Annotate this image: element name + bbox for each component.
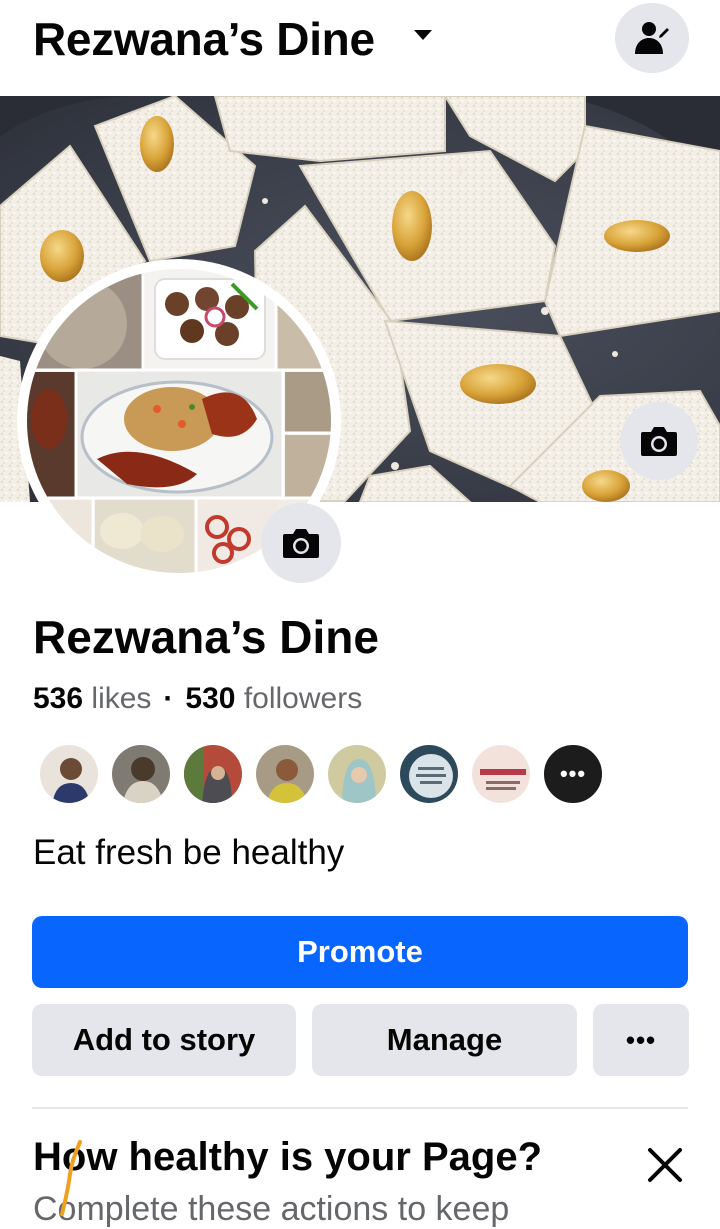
follower-avatar[interactable] bbox=[470, 743, 532, 805]
more-followers-button[interactable]: ••• bbox=[542, 743, 604, 805]
manage-button[interactable]: Manage bbox=[312, 1004, 577, 1076]
page-name: Rezwana’s Dine bbox=[33, 611, 379, 663]
top-bar: Rezwana’s Dine bbox=[0, 0, 720, 96]
likes-count: 536 bbox=[33, 682, 84, 715]
likes-label: likes bbox=[91, 682, 152, 715]
camera-icon bbox=[283, 529, 319, 558]
page-health-subtitle: Complete these actions to keep bbox=[33, 1190, 510, 1228]
stats-separator: · bbox=[163, 682, 174, 715]
follower-avatar-image bbox=[256, 745, 314, 803]
follower-avatar[interactable] bbox=[326, 743, 388, 805]
follower-avatar-image bbox=[400, 745, 458, 803]
follower-avatar[interactable] bbox=[254, 743, 316, 805]
caret-down-icon[interactable] bbox=[414, 30, 432, 40]
followers-count: 530 bbox=[185, 682, 236, 715]
follower-avatar[interactable] bbox=[398, 743, 460, 805]
close-icon[interactable] bbox=[640, 1140, 690, 1190]
cover-camera-button[interactable] bbox=[620, 402, 698, 480]
edit-profile-button[interactable] bbox=[615, 3, 689, 73]
follower-avatar[interactable] bbox=[110, 743, 172, 805]
follower-avatar[interactable] bbox=[182, 743, 244, 805]
promote-button[interactable]: Promote bbox=[32, 916, 688, 988]
follower-avatar-image bbox=[184, 745, 242, 803]
more-options-button[interactable]: ••• bbox=[593, 1004, 689, 1076]
follower-avatar-image bbox=[112, 745, 170, 803]
profile-camera-button[interactable] bbox=[261, 503, 341, 583]
page-health-title: How healthy is your Page? bbox=[33, 1135, 543, 1179]
page-title[interactable]: Rezwana’s Dine bbox=[33, 12, 375, 66]
follower-avatar-image bbox=[40, 745, 98, 803]
divider bbox=[32, 1107, 688, 1109]
follower-avatar[interactable] bbox=[38, 743, 100, 805]
camera-icon bbox=[641, 427, 677, 456]
follower-avatar-image bbox=[472, 745, 530, 803]
person-edit-icon bbox=[635, 22, 672, 54]
page-stats[interactable]: 536 likes · 530 followers bbox=[33, 682, 362, 716]
add-to-story-button[interactable]: Add to story bbox=[32, 1004, 296, 1076]
page-bio: Eat fresh be healthy bbox=[33, 833, 345, 872]
followers-label: followers bbox=[243, 682, 363, 715]
orange-scribble-mark bbox=[60, 1140, 82, 1216]
follower-avatar-image bbox=[328, 745, 386, 803]
